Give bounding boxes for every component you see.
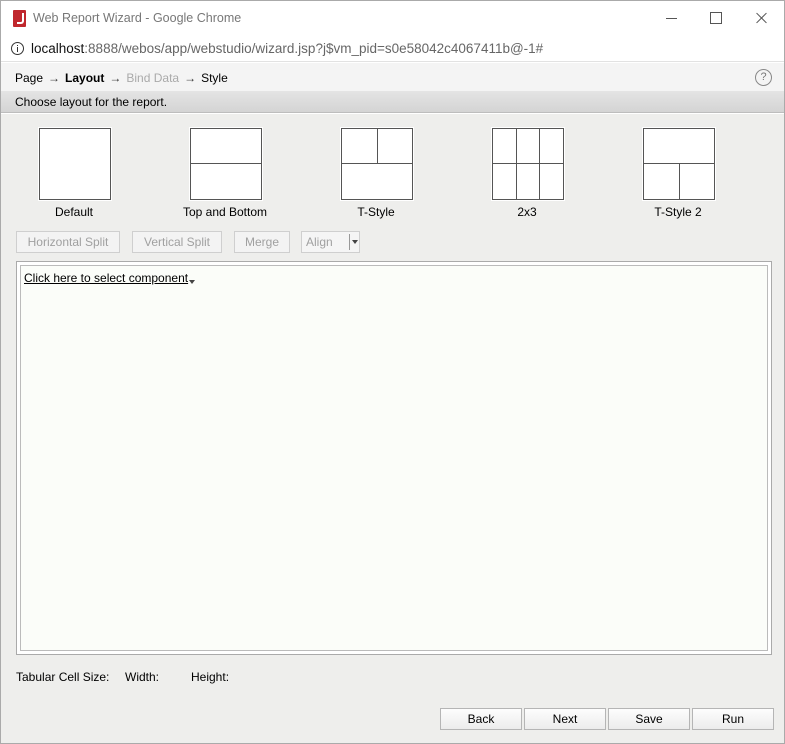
layout-option-default[interactable]: Default (19, 128, 129, 220)
layout-option-t-style[interactable]: T-Style (321, 128, 431, 220)
maximize-icon[interactable] (699, 7, 731, 29)
title-bar: Web Report Wizard - Google Chrome (1, 1, 784, 35)
select-component-link[interactable]: Click here to select component (24, 271, 196, 285)
layout-label: 2x3 (517, 205, 537, 219)
layout-option-2x3[interactable]: 2x3 (472, 128, 582, 220)
horizontal-split-button[interactable]: Horizontal Split (16, 231, 120, 253)
instruction-text: Choose layout for the report. (15, 95, 168, 109)
next-button[interactable]: Next (524, 708, 606, 730)
align-value: Align (306, 235, 333, 249)
layout-canvas: Click here to select component (16, 261, 772, 655)
layout-t-style-2-thumbnail[interactable] (643, 128, 715, 200)
help-icon[interactable]: ? (755, 69, 772, 86)
chevron-down-icon[interactable] (352, 240, 358, 244)
step-page[interactable]: Page (15, 71, 43, 85)
layout-t-style-thumbnail[interactable] (341, 128, 413, 200)
save-button[interactable]: Save (608, 708, 690, 730)
vertical-split-button[interactable]: Vertical Split (132, 231, 222, 253)
cell-size-label: Tabular Cell Size: (16, 670, 110, 684)
layout-label: T-Style 2 (654, 205, 702, 219)
select-component-label: Click here to select component (24, 271, 189, 285)
step-bind-data: Bind Data (126, 71, 180, 85)
app-logo-icon (13, 10, 26, 27)
window-title: Web Report Wizard - Google Chrome (33, 11, 242, 25)
layout-label: Default (54, 205, 94, 219)
caret-down-icon (189, 280, 196, 284)
step-arrow: → (184, 71, 197, 85)
wizard-breadcrumb: Page → Layout → Bind Data → Style ? (1, 63, 784, 91)
layout-option-t-style-2[interactable]: T-Style 2 (623, 128, 733, 220)
url-path: :8888/webos/app/webstudio/wizard.jsp?j$v… (84, 41, 544, 56)
layout-cell[interactable]: Click here to select component (20, 265, 768, 651)
align-divider (349, 234, 350, 250)
url-text[interactable]: localhost:8888/webos/app/webstudio/wizar… (31, 41, 543, 56)
address-bar[interactable]: localhost:8888/webos/app/webstudio/wizar… (1, 35, 784, 62)
layout-label: T-Style (357, 205, 395, 219)
layout-option-top-and-bottom[interactable]: Top and Bottom (170, 128, 280, 220)
info-icon[interactable] (11, 42, 24, 55)
align-select[interactable]: Align (301, 231, 360, 253)
cell-width-label: Width: (125, 670, 160, 684)
wizard-content: Default Top and Bottom T-Style 2x3 T-Sty… (1, 114, 784, 743)
layout-top-and-bottom-thumbnail[interactable] (190, 128, 262, 200)
close-icon[interactable] (745, 7, 777, 29)
run-button[interactable]: Run (692, 708, 774, 730)
minimize-icon[interactable] (655, 7, 687, 29)
cell-height-label: Height: (191, 670, 230, 684)
back-button[interactable]: Back (440, 708, 522, 730)
layout-2x3-thumbnail[interactable] (492, 128, 564, 200)
step-style[interactable]: Style (201, 71, 228, 85)
layout-label: Top and Bottom (182, 205, 268, 219)
instruction-bar: Choose layout for the report. (1, 91, 784, 113)
browser-window: Web Report Wizard - Google Chrome localh… (0, 0, 785, 744)
layout-default-thumbnail[interactable] (39, 128, 111, 200)
step-arrow: → (109, 71, 122, 85)
merge-button[interactable]: Merge (234, 231, 290, 253)
url-host: localhost (31, 41, 85, 56)
step-layout: Layout (65, 71, 105, 85)
step-arrow: → (48, 71, 61, 85)
